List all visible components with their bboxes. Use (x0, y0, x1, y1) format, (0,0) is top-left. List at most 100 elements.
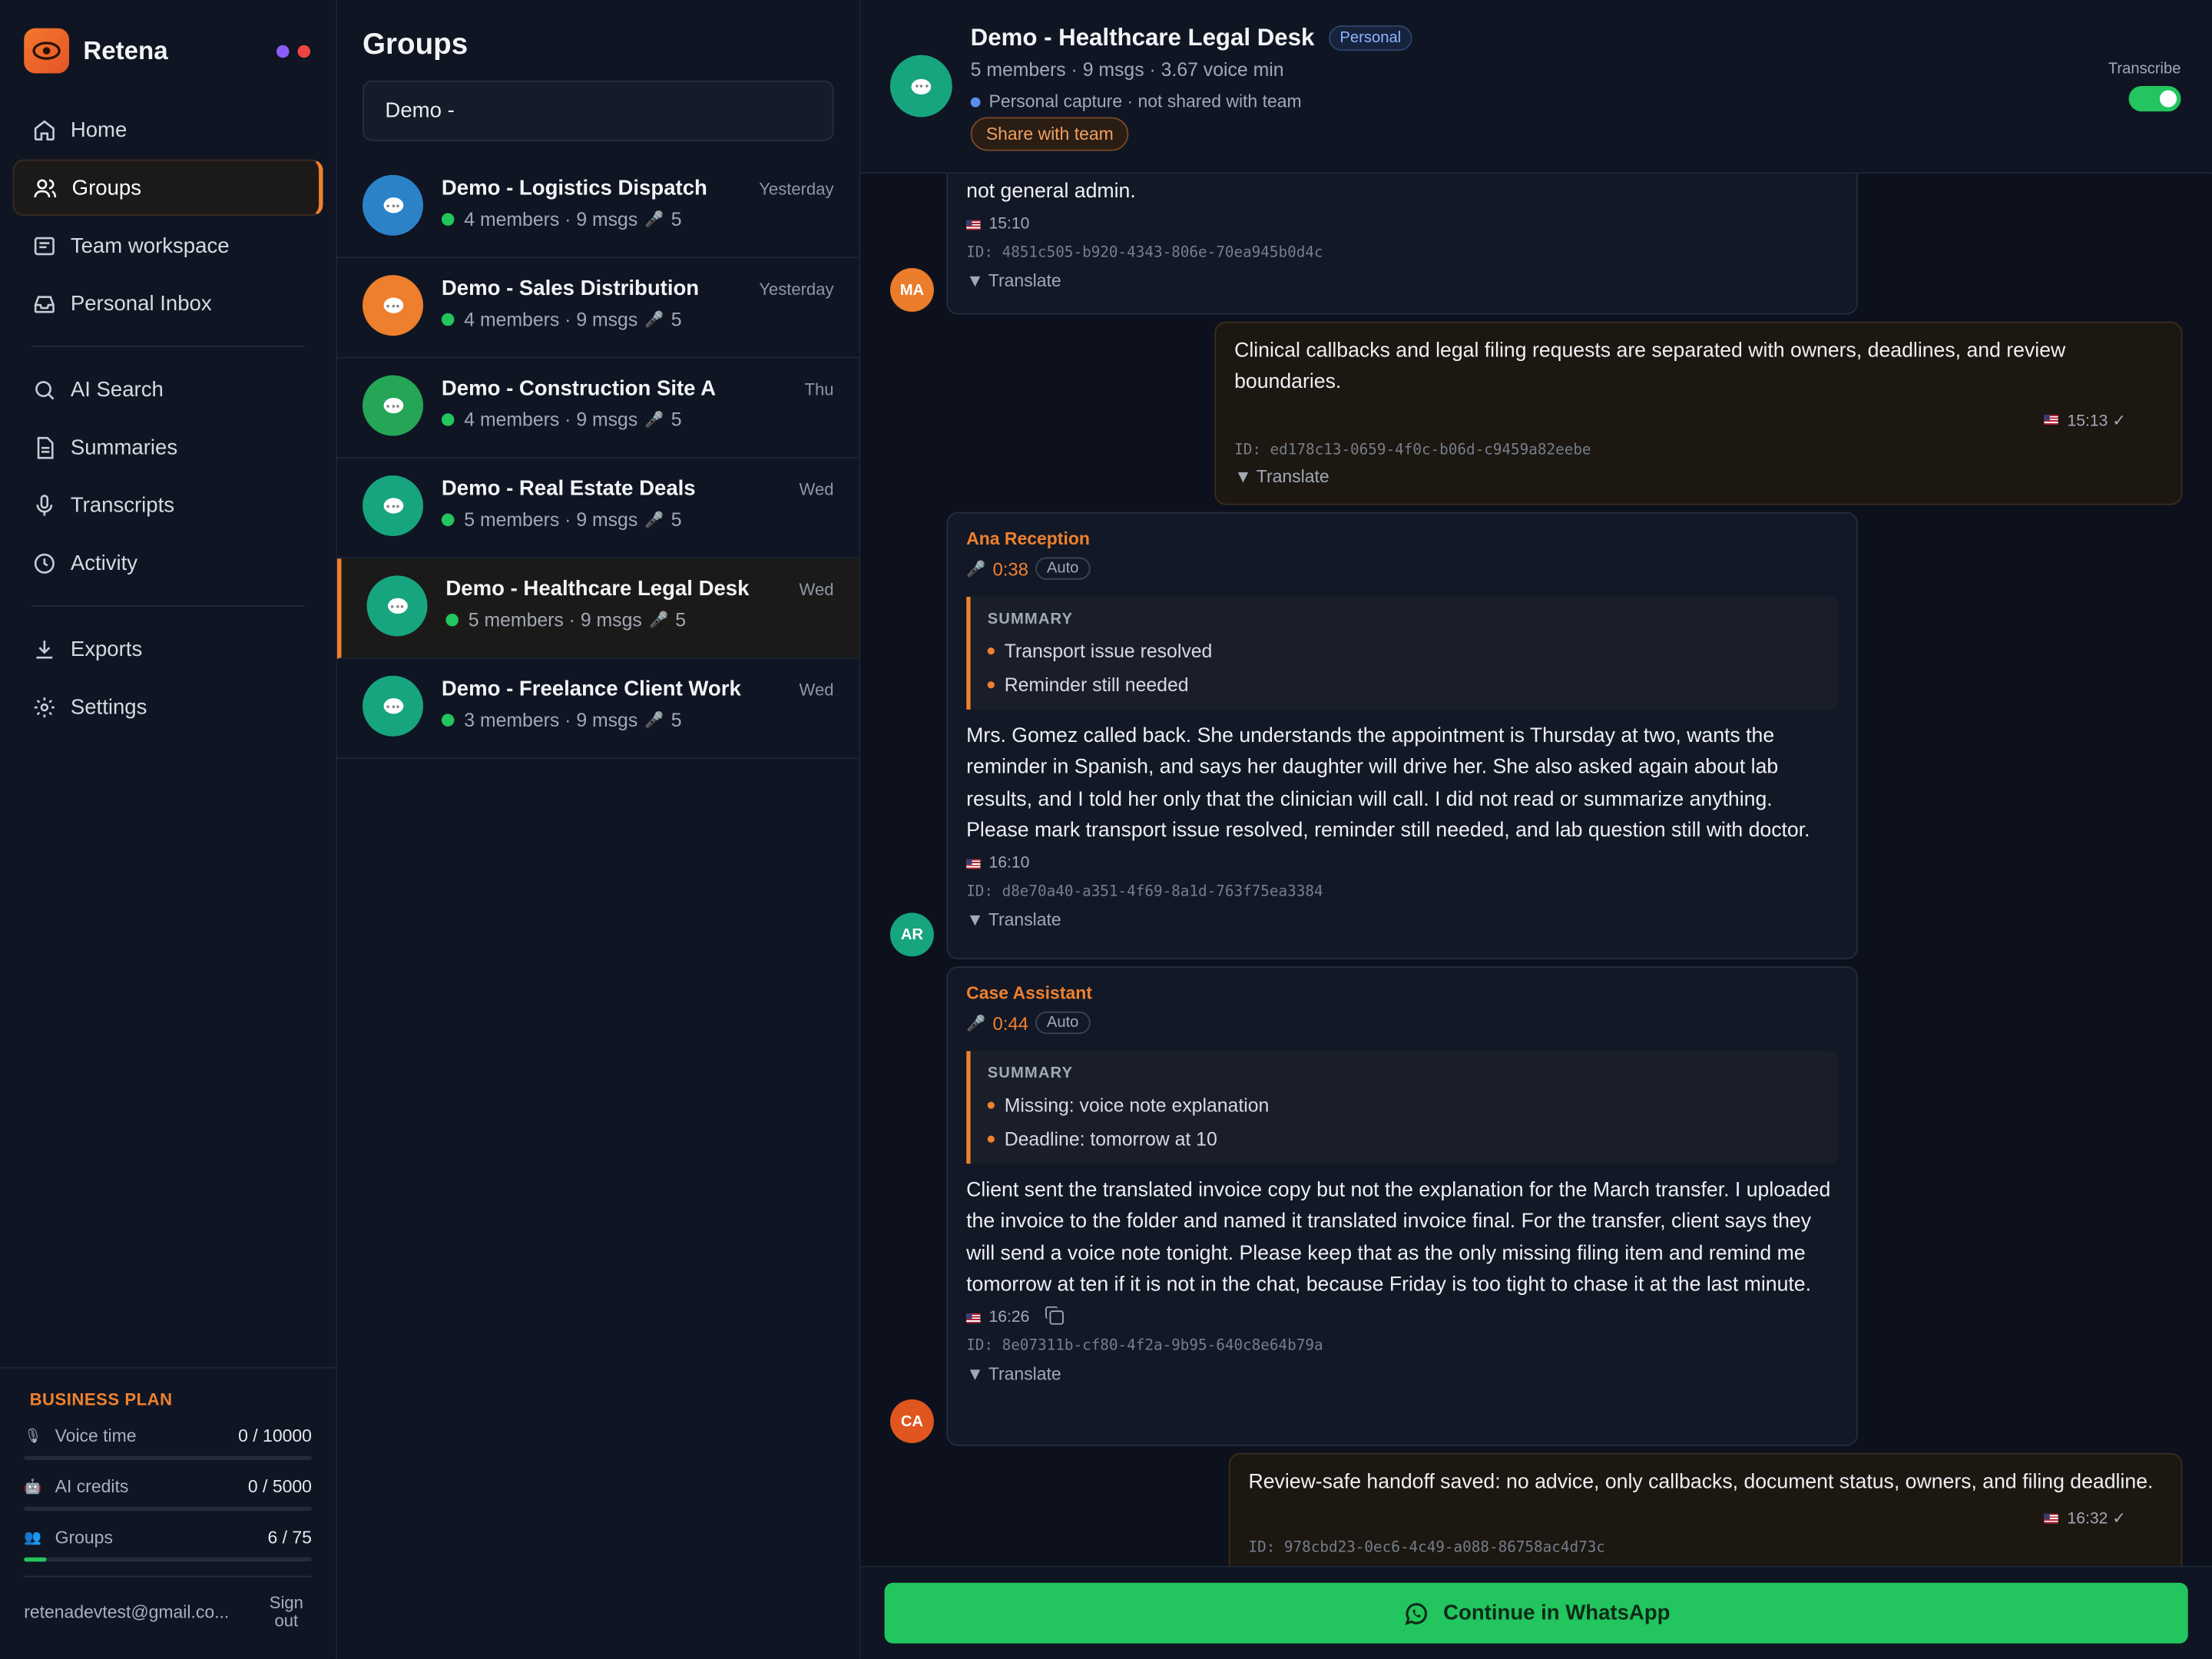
download-icon (31, 636, 56, 661)
sender-name: Ana Reception (966, 528, 1090, 549)
group-meta-text: 5 members · 9 msgs (468, 609, 642, 631)
sidebar-item-label: Settings (70, 694, 147, 719)
translate-toggle[interactable]: ▼ Translate (966, 910, 1838, 930)
group-avatar (363, 375, 424, 436)
message-text: Review-safe handoff saved: no advice, on… (1248, 1471, 2154, 1495)
users-icon: 👥 (24, 1529, 42, 1546)
translate-toggle[interactable]: ▼ Translate (966, 271, 1838, 291)
group-avatar (366, 575, 428, 637)
search-input[interactable]: Demo - (363, 80, 834, 141)
us-flag-icon (2045, 415, 2059, 426)
copy-icon[interactable] (1045, 1306, 1064, 1326)
document-icon (31, 435, 56, 460)
group-list-item[interactable]: Demo - Construction Site A 4 members · 9… (336, 359, 859, 459)
sidebar-item-activity[interactable]: Activity (13, 535, 323, 591)
workspace-icon (31, 233, 56, 258)
message-time-text: 15:10 (988, 216, 1030, 233)
sign-out-button[interactable]: Sign out (261, 1594, 312, 1631)
group-meta: 5 members · 9 msgs 🎤 5 (445, 609, 833, 631)
group-name: Demo - Freelance Client Work (441, 677, 741, 701)
online-dot (441, 714, 455, 727)
message-incoming: not general admin. 15:10 ID: 4851c505-b9… (946, 157, 1858, 315)
group-time: Yesterday (759, 279, 834, 300)
voice-count: 5 (675, 609, 687, 631)
search-icon (31, 376, 56, 402)
mic-icon: 🎤 (644, 311, 664, 329)
group-time: Wed (799, 579, 834, 600)
message-id: ID: 8e07311b-cf80-4f2a-9b95-640c8e64b79a (966, 1337, 1323, 1355)
online-dot (441, 213, 455, 226)
chat-bubble-icon (382, 698, 403, 714)
summary-item-text: Missing: voice note explanation (1004, 1094, 1270, 1116)
message-time: 15:10 (966, 217, 1838, 233)
transcribe-control: Transcribe (2108, 61, 2181, 112)
sidebar-item-home[interactable]: Home (13, 101, 323, 157)
mic-icon: 🎤 (644, 712, 664, 730)
chat-bubble-icon (382, 397, 403, 414)
sidebar-item-groups[interactable]: Groups (12, 159, 323, 217)
user-row: retenadevtest@gmail.co... Sign out (24, 1575, 312, 1631)
home-icon (31, 117, 56, 142)
summary-item-text: Reminder still needed (1004, 674, 1189, 696)
sidebar-item-label: Activity (70, 551, 138, 575)
us-flag-icon (966, 1313, 981, 1323)
continue-in-whatsapp-button[interactable]: Continue in WhatsApp (884, 1582, 2188, 1644)
sidebar-item-summaries[interactable]: Summaries (13, 419, 323, 475)
sidebar-item-exports[interactable]: Exports (13, 621, 323, 677)
auto-badge: Auto (1035, 557, 1091, 580)
summary-box: SUMMARY Transport issue resolved Reminde… (966, 596, 1839, 710)
group-list-item[interactable]: Demo - Freelance Client Work 3 members ·… (336, 659, 859, 760)
share-with-team-button[interactable]: Share with team (970, 117, 1129, 151)
clock-icon (31, 550, 56, 575)
message-time-text: 16:26 (988, 1309, 1030, 1326)
status-dot-red (297, 45, 311, 58)
voice-count: 5 (671, 509, 682, 531)
sidebar-item-team-workspace[interactable]: Team workspace (13, 217, 323, 273)
voice-duration: 0:38 (992, 558, 1028, 579)
inbox-icon (31, 290, 56, 316)
chat-title: Demo - Healthcare Legal Desk (970, 24, 1315, 51)
translate-toggle[interactable]: ▼ Translate (1234, 466, 2163, 486)
sidebar-item-transcripts[interactable]: Transcripts (13, 477, 323, 533)
group-list-item[interactable]: Demo - Real Estate Deals 5 members · 9 m… (336, 459, 859, 559)
quota-voice-time: 🎙 Voice time 0 / 10000 (24, 1426, 312, 1460)
translate-toggle[interactable]: ▼ Translate (966, 1364, 1838, 1384)
message-time-text: 16:32 ✓ (2067, 1511, 2126, 1528)
voice-note[interactable]: 🎤 0:44 Auto (966, 1011, 1838, 1035)
whatsapp-button-label: Continue in WhatsApp (1443, 1601, 1671, 1625)
page-title: Groups (363, 28, 469, 61)
quota-label: Groups (55, 1528, 113, 1548)
translate-label: Translate (1256, 466, 1330, 486)
avatar: CA (889, 1399, 934, 1443)
online-dot (441, 513, 455, 527)
chat-bubble-icon (382, 197, 403, 214)
bullet-icon (987, 647, 995, 655)
whatsapp-icon (1405, 1602, 1428, 1624)
voice-count: 5 (671, 208, 682, 230)
mic-icon: 🎤 (644, 412, 664, 429)
status-dot-purple (276, 45, 290, 58)
sidebar-item-personal-inbox[interactable]: Personal Inbox (13, 275, 323, 331)
sidebar-item-ai-search[interactable]: AI Search (13, 361, 323, 417)
mic-icon (31, 492, 56, 518)
group-time: Wed (799, 680, 834, 700)
message-time: 16:26 (966, 1306, 1838, 1326)
group-list-item[interactable]: Demo - Sales Distribution 4 members · 9 … (336, 258, 859, 359)
toggle-knob (2159, 90, 2177, 108)
sidebar-item-label: Exports (70, 637, 143, 661)
sidebar-item-label: Groups (71, 175, 142, 200)
status-dots (276, 45, 311, 58)
bullet-icon (987, 681, 995, 689)
sidebar-item-settings[interactable]: Settings (13, 678, 323, 734)
message-incoming: Case Assistant 🎤 0:44 Auto SUMMARY Missing… (946, 966, 1858, 1446)
retena-logo-icon[interactable] (24, 28, 69, 74)
us-flag-icon (966, 220, 981, 230)
group-time: Thu (804, 379, 834, 399)
group-time: Wed (799, 479, 834, 500)
voice-note[interactable]: 🎤 0:38 Auto (966, 557, 1838, 580)
transcribe-toggle[interactable] (2128, 86, 2181, 112)
chat-footer: Continue in WhatsApp (860, 1565, 2212, 1659)
group-list-item[interactable]: Demo - Logistics Dispatch 4 members · 9 … (336, 158, 859, 259)
group-list-item-active[interactable]: Demo - Healthcare Legal Desk 5 members ·… (336, 558, 859, 659)
capture-text: Personal capture · not shared with team (988, 91, 1302, 112)
